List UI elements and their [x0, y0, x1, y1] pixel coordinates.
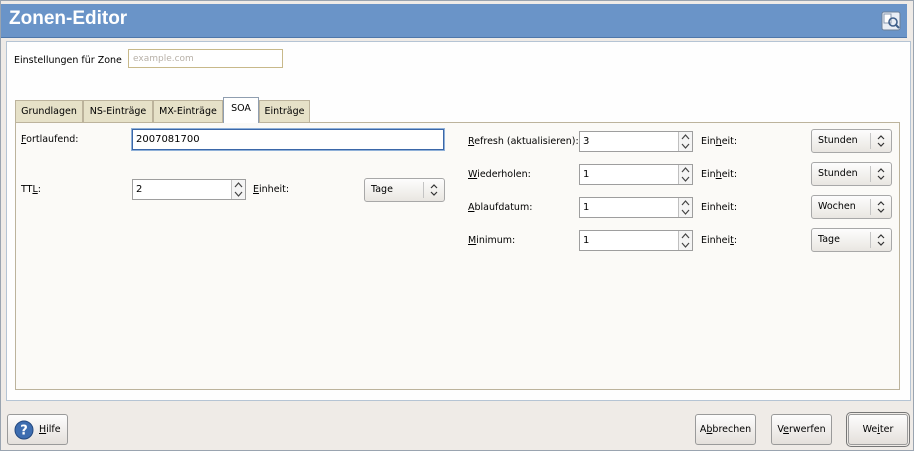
expire-spinbox[interactable]: 1	[579, 197, 693, 218]
tab-mx-eintraege[interactable]: MX-Einträge	[153, 100, 223, 122]
minimum-value: 1	[583, 235, 590, 246]
next-button-label: Weiter	[862, 424, 894, 435]
ttl-unit-value: Tage	[371, 184, 393, 195]
discard-button-label: Verwerfen	[777, 424, 826, 435]
dialog-window: Zonen-Editor Einstellungen für Zone exam…	[0, 0, 914, 451]
help-icon: ?	[14, 420, 34, 440]
ttl-spin-buttons[interactable]	[231, 180, 245, 199]
serial-label: Fortlaufend:	[21, 134, 79, 145]
next-button[interactable]: Weiter	[846, 412, 910, 447]
tab-eintraege[interactable]: Einträge	[259, 100, 310, 122]
expire-spin-buttons[interactable]	[678, 198, 692, 217]
tab-soa[interactable]: SOA	[223, 97, 259, 123]
tab-ns-eintraege[interactable]: NS-Einträge	[83, 100, 153, 122]
retry-label: Wiederholen:	[468, 169, 531, 180]
minimum-unit-value: Tage	[818, 234, 840, 245]
ttl-unit-select[interactable]: Tage	[364, 178, 445, 202]
minimum-spinbox[interactable]: 1	[579, 230, 693, 251]
ttl-unit-label: Einheit:	[253, 184, 290, 195]
refresh-label: Refresh (aktualisieren):	[468, 136, 579, 147]
retry-value: 1	[583, 169, 590, 180]
discard-button[interactable]: Verwerfen	[771, 414, 832, 445]
zone-label: Einstellungen für Zone	[14, 55, 122, 66]
soa-panel	[15, 122, 900, 390]
ttl-spinbox[interactable]: 2	[132, 179, 246, 200]
retry-unit-select[interactable]: Stunden	[811, 162, 892, 186]
refresh-unit-label: Einheit:	[701, 136, 738, 147]
refresh-unit-select[interactable]: Stunden	[811, 129, 892, 153]
minimum-unit-select[interactable]: Tage	[811, 228, 892, 252]
updown-arrow-icon	[870, 199, 891, 215]
expire-label: Ablaufdatum:	[468, 202, 533, 213]
updown-arrow-icon	[423, 182, 444, 198]
expire-unit-label: Einheit:	[701, 202, 738, 213]
retry-spin-buttons[interactable]	[678, 165, 692, 184]
dns-zone-icon	[881, 11, 901, 31]
updown-arrow-icon	[870, 133, 891, 149]
tab-grundlagen[interactable]: Grundlagen	[15, 100, 83, 122]
refresh-unit-value: Stunden	[818, 135, 858, 146]
help-button[interactable]: ? Hilfe	[7, 414, 68, 445]
expire-value: 1	[583, 202, 590, 213]
minimum-label: Minimum:	[468, 235, 516, 246]
help-button-label: Hilfe	[39, 424, 61, 435]
minimum-spin-buttons[interactable]	[678, 231, 692, 250]
retry-unit-value: Stunden	[818, 168, 858, 179]
serial-input[interactable]: 2007081700	[132, 129, 444, 150]
zone-name-input[interactable]: example.com	[128, 49, 283, 68]
refresh-value: 3	[583, 136, 590, 147]
abort-button-label: Abbrechen	[699, 424, 752, 435]
abort-button[interactable]: Abbrechen	[695, 414, 756, 445]
ttl-value: 2	[136, 184, 143, 195]
retry-unit-label: Einheit:	[701, 169, 738, 180]
title-bar: Zonen-Editor	[1, 4, 907, 38]
refresh-spin-buttons[interactable]	[678, 132, 692, 151]
expire-unit-value: Wochen	[818, 201, 856, 212]
window-title: Zonen-Editor	[9, 8, 128, 29]
updown-arrow-icon	[870, 232, 891, 248]
updown-arrow-icon	[870, 166, 891, 182]
ttl-label: TTL:	[21, 184, 41, 195]
expire-unit-select[interactable]: Wochen	[811, 195, 892, 219]
retry-spinbox[interactable]: 1	[579, 164, 693, 185]
refresh-spinbox[interactable]: 3	[579, 131, 693, 152]
svg-text:?: ?	[20, 424, 28, 439]
minimum-unit-label: Einheit:	[701, 235, 738, 246]
